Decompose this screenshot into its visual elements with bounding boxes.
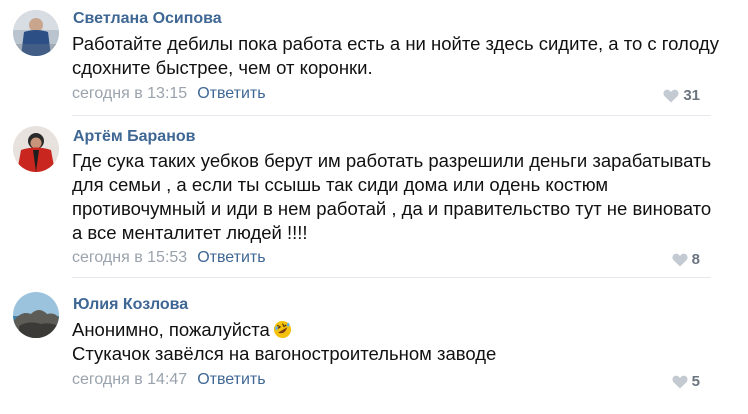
comment-text-line: Анонимно, пожалуйста xyxy=(72,318,496,342)
comment-text-line: а все менталитет людей !!!! xyxy=(72,222,308,243)
heart-icon xyxy=(663,89,679,102)
comment-text-line: противочумный и иди в нем работай , да и… xyxy=(72,198,712,219)
comment-text-line: для семьи , а если ты ссышь так сиди дом… xyxy=(72,174,609,195)
like-button[interactable]: 5 xyxy=(672,373,700,390)
comment-text-line: Где сука таких уебков берут им работать … xyxy=(72,150,712,171)
comment-timestamp[interactable]: сегодня в 14:47 xyxy=(72,371,187,388)
comment-author[interactable]: Юлия Козлова xyxy=(73,296,188,314)
user-photo-seaside-rocks xyxy=(13,292,59,338)
comment-meta: сегодня в 15:53 Ответить xyxy=(72,249,266,267)
comment-text-segment: Анонимно, пожалуйста xyxy=(72,319,270,340)
comment-meta: сегодня в 13:15 Ответить xyxy=(72,85,266,103)
reply-button[interactable]: Ответить xyxy=(197,85,265,102)
rolling-on-floor-laughing-emoji-icon xyxy=(273,320,292,339)
avatar[interactable] xyxy=(13,126,59,172)
comment-author[interactable]: Светлана Осипова xyxy=(73,10,222,28)
reply-button[interactable]: Ответить xyxy=(197,371,265,388)
like-count: 8 xyxy=(691,251,700,268)
comment-item: Светлана Осипова Работайте дебилы пока р… xyxy=(0,0,748,120)
user-photo-blue-jacket xyxy=(13,10,59,56)
user-photo-red-jacket xyxy=(13,126,59,172)
comment-item: Юлия Козлова Анонимно, пожалуйста Стукач… xyxy=(0,278,748,414)
comment-timestamp[interactable]: сегодня в 13:15 xyxy=(72,85,187,102)
comment-text-line: сдохните быстрее, чем от коронки. xyxy=(72,57,373,78)
comment-item: Артём Баранов Где сука таких уебков беру… xyxy=(0,116,748,276)
reply-button[interactable]: Ответить xyxy=(197,249,265,266)
like-count: 31 xyxy=(683,87,700,104)
like-button[interactable]: 8 xyxy=(672,251,700,268)
comment-timestamp[interactable]: сегодня в 15:53 xyxy=(72,249,187,266)
heart-icon xyxy=(672,375,688,388)
avatar[interactable] xyxy=(13,292,59,338)
heart-icon xyxy=(672,253,688,266)
comments-list: Светлана Осипова Работайте дебилы пока р… xyxy=(0,0,748,414)
comment-text: Анонимно, пожалуйста Стукачок завёлся на… xyxy=(72,318,496,366)
comment-text-line: Стукачок завёлся на вагоностроительном з… xyxy=(72,343,497,364)
like-count: 5 xyxy=(691,373,700,390)
comment-author[interactable]: Артём Баранов xyxy=(73,128,195,146)
comment-text: Работайте дебилы пока работа есть а ни н… xyxy=(72,32,719,80)
comment-text-line: Работайте дебилы пока работа есть а ни н… xyxy=(72,33,719,54)
comment-meta: сегодня в 14:47 Ответить xyxy=(72,371,266,389)
comment-text: Где сука таких уебков берут им работать … xyxy=(72,149,711,245)
like-button[interactable]: 31 xyxy=(663,87,700,104)
avatar[interactable] xyxy=(13,10,59,56)
